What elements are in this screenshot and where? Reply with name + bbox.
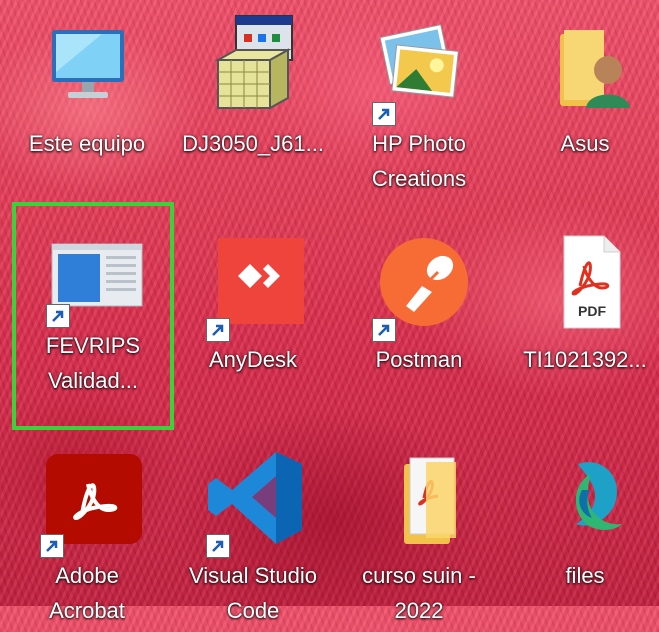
desktop-icon-label: FEVRIPS Validad... <box>45 333 141 393</box>
files-app-icon <box>530 444 640 554</box>
desktop-icon-postman[interactable]: Postman <box>344 216 494 416</box>
desktop-icon-label: AnyDesk <box>208 347 298 372</box>
installer-icon <box>198 12 308 122</box>
shortcut-arrow-icon <box>372 318 396 342</box>
desktop-icon-ti1021392[interactable]: PDF TI1021392... <box>510 216 659 416</box>
shortcut-arrow-icon <box>206 534 230 558</box>
pdf-folder-icon <box>364 444 474 554</box>
desktop-icon-visual-studio-code[interactable]: Visual Studio Code <box>178 432 328 632</box>
desktop-icon-curso-suin[interactable]: curso suin - 2022 <box>344 432 494 632</box>
shortcut-arrow-icon <box>40 534 64 558</box>
anydesk-icon <box>198 228 308 342</box>
pdf-file-icon: PDF <box>530 228 640 338</box>
desktop-icon-label: Postman <box>375 347 463 372</box>
desktop-icon-label: DJ3050_J61... <box>182 131 324 156</box>
shortcut-arrow-icon <box>206 318 230 342</box>
desktop-icon-anydesk[interactable]: AnyDesk <box>178 216 328 416</box>
computer-icon <box>32 12 142 122</box>
postman-icon <box>364 228 474 342</box>
desktop-icon-fevrips[interactable]: FEVRIPS Validad... <box>12 202 174 430</box>
desktop-icon-adobe-acrobat[interactable]: Adobe Acrobat <box>12 432 162 632</box>
desktop-icon-label: Adobe Acrobat <box>49 563 125 623</box>
app-window-icon <box>38 214 148 328</box>
desktop-icon-asus[interactable]: Asus <box>510 0 659 200</box>
desktop-icon-hp-photo-creations[interactable]: HP Photo Creations <box>344 0 494 200</box>
pdf-badge: PDF <box>578 303 606 319</box>
desktop-icon-label: curso suin - 2022 <box>362 563 476 623</box>
desktop-icon-dj3050[interactable]: DJ3050_J61... <box>178 0 328 200</box>
desktop-icon-label: Este equipo <box>28 131 146 156</box>
desktop-icon-label: HP Photo Creations <box>371 131 467 191</box>
acrobat-icon <box>32 444 142 558</box>
desktop: Este equipo DJ3050_J61... HP Photo Creat… <box>0 0 659 623</box>
desktop-icon-label: Visual Studio Code <box>188 563 317 623</box>
user-folder-icon <box>530 12 640 122</box>
shortcut-arrow-icon <box>372 102 396 126</box>
desktop-icon-label: TI1021392... <box>523 347 647 372</box>
vscode-icon <box>198 444 308 558</box>
desktop-icon-label: files <box>565 563 605 588</box>
shortcut-arrow-icon <box>46 304 70 328</box>
desktop-icon-este-equipo[interactable]: Este equipo <box>12 0 162 200</box>
photos-icon <box>364 12 474 126</box>
desktop-icon-files[interactable]: files <box>510 432 659 632</box>
desktop-icon-label: Asus <box>560 131 610 156</box>
